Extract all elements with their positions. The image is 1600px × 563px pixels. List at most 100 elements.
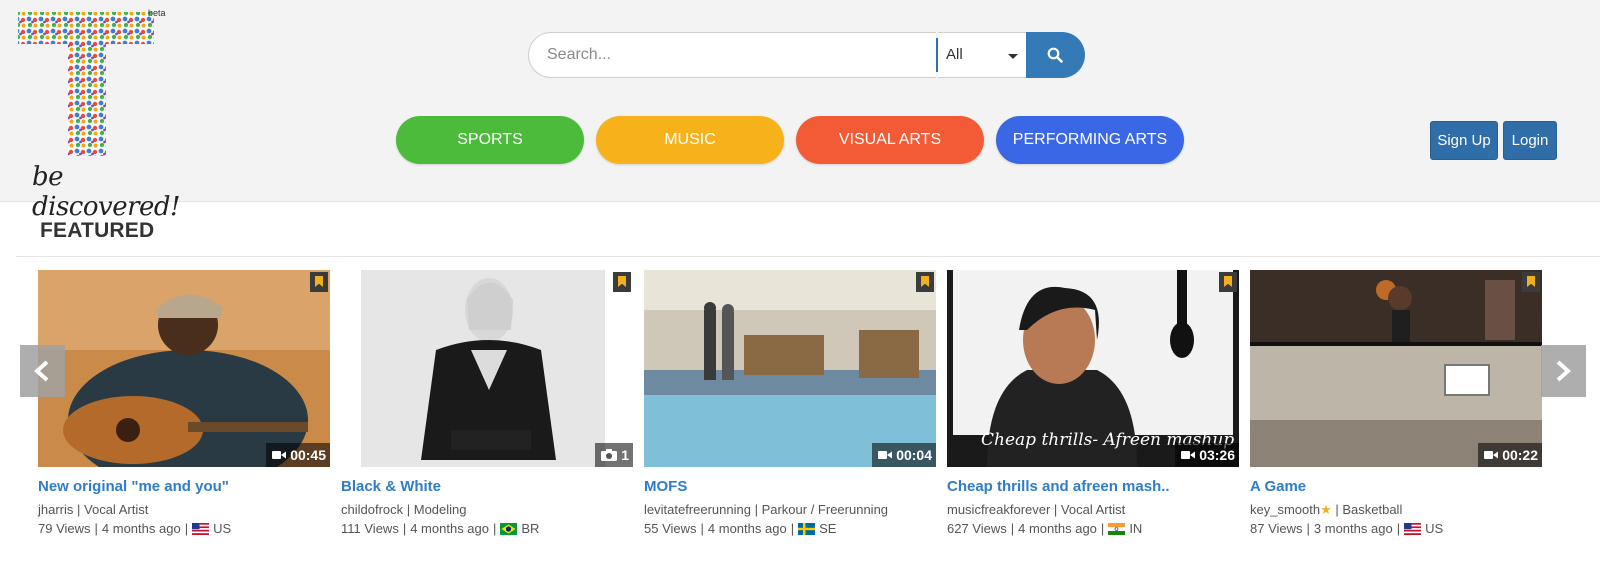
bookmark-icon[interactable] <box>613 272 631 292</box>
card-views: 87 Views <box>1250 521 1303 536</box>
thumbnail-image <box>644 270 936 467</box>
card-stats: 55 Views | 4 months ago | SE <box>644 521 837 536</box>
thumbnail-image <box>341 270 633 467</box>
card-thumbnail[interactable]: 00:22 <box>1250 270 1542 467</box>
card-user-link[interactable]: musicfreakforever <box>947 502 1050 517</box>
card-stats: 627 Views | 4 months ago | IN <box>947 521 1143 536</box>
search-box <box>528 32 936 78</box>
duration-badge: 03:26 <box>1175 443 1239 467</box>
logo-mark <box>18 12 154 156</box>
card-title-link[interactable]: Black & White <box>341 478 441 495</box>
card-author-category: childofrock | Modeling <box>341 502 467 517</box>
search-filter-select[interactable]: All <box>938 32 1026 78</box>
carousel-next-button[interactable] <box>1541 345 1586 397</box>
search-bar: All <box>528 32 1085 78</box>
sign-up-button[interactable]: Sign Up <box>1430 121 1498 160</box>
card-category[interactable]: Vocal Artist <box>84 502 148 517</box>
carousel-prev-button[interactable] <box>20 345 65 397</box>
star-icon: ★ <box>1320 502 1332 517</box>
search-input[interactable] <box>547 33 927 77</box>
duration-badge: 00:04 <box>872 443 936 467</box>
category-performing-arts-button[interactable]: PERFORMING ARTS <box>996 116 1184 164</box>
video-camera-icon <box>272 451 287 459</box>
card-thumbnail[interactable]: 1 <box>341 270 633 467</box>
bookmark-icon[interactable] <box>916 272 934 292</box>
site-header: beta be discovered! All SPORTS MUSIC VIS… <box>0 0 1600 222</box>
card-user-link[interactable]: childofrock <box>341 502 403 517</box>
bookmark-icon[interactable] <box>1219 272 1237 292</box>
card-category[interactable]: Basketball <box>1342 502 1402 517</box>
card-age: 4 months ago <box>101 521 181 536</box>
card-stats: 111 Views | 4 months ago | BR <box>341 521 540 536</box>
card-category[interactable]: Vocal Artist <box>1061 502 1125 517</box>
bookmark-icon[interactable] <box>310 272 328 292</box>
card-age: 4 months ago <box>410 521 489 536</box>
card-user-link[interactable]: levitatefreerunning <box>644 502 751 517</box>
card-thumbnail[interactable]: 00:45 <box>38 270 330 467</box>
beta-badge: beta <box>148 8 166 18</box>
card-author-category: musicfreakforever | Vocal Artist <box>947 502 1126 517</box>
card-stats: 79 Views | 4 months ago | US <box>38 521 232 536</box>
logo-tagline: be discovered! <box>32 162 181 222</box>
card-author-category: key_smooth★ | Basketball <box>1250 502 1403 517</box>
card-country: US <box>213 521 232 536</box>
featured-heading: FEATURED <box>40 219 155 242</box>
card-author-category: levitatefreerunning | Parkour / Freerunn… <box>644 502 889 517</box>
in-flag-icon <box>1108 522 1126 535</box>
caret-down-icon <box>1008 54 1018 59</box>
duration-badge: 00:45 <box>266 443 330 467</box>
card-user-link[interactable]: key_smooth <box>1250 502 1320 517</box>
card-views: 79 Views <box>38 521 91 536</box>
category-visual-arts-button[interactable]: VISUAL ARTS <box>796 116 984 164</box>
card-thumbnail[interactable]: 00:04 <box>644 270 936 467</box>
duration-text: 00:04 <box>896 447 932 463</box>
site-logo[interactable]: beta be discovered! <box>14 4 181 222</box>
chevron-left-icon <box>34 360 49 382</box>
card-category[interactable]: Parkour / Freerunning <box>762 502 888 517</box>
thumbnail-image: Cheap thrills- Afreen mashup <box>947 270 1239 467</box>
card-stats: 87 Views | 3 months ago | US <box>1250 521 1444 536</box>
card-title-link[interactable]: MOFS <box>644 478 687 495</box>
thumbnail-image <box>1250 270 1542 467</box>
card-country: IN <box>1129 521 1143 536</box>
duration-text: 00:22 <box>1502 447 1538 463</box>
se-flag-icon <box>798 522 816 535</box>
card-age: 4 months ago <box>1018 521 1097 536</box>
category-music-button[interactable]: MUSIC <box>596 116 784 164</box>
duration-text: 03:26 <box>1199 447 1235 463</box>
card-thumbnail[interactable]: Cheap thrills- Afreen mashup 03:26 <box>947 270 1239 467</box>
card-views: 627 Views <box>947 521 1007 536</box>
search-icon <box>1047 47 1063 63</box>
video-camera-icon <box>1484 451 1499 459</box>
search-button[interactable] <box>1026 32 1085 78</box>
card-title-link[interactable]: New original "me and you" <box>38 478 229 495</box>
card-country: US <box>1425 521 1444 536</box>
photo-count-badge: 1 <box>595 443 633 467</box>
card-author-category: jharris | Vocal Artist <box>38 502 149 517</box>
thumbnail-image <box>38 270 330 467</box>
camera-icon <box>601 449 618 461</box>
card-views: 111 Views <box>341 521 399 536</box>
card-user-link[interactable]: jharris <box>38 502 73 517</box>
category-sports-button[interactable]: SPORTS <box>396 116 584 164</box>
bookmark-icon[interactable] <box>1522 272 1540 292</box>
card-country: SE <box>819 521 837 536</box>
card-title-link[interactable]: A Game <box>1250 478 1306 495</box>
us-flag-icon <box>192 522 210 535</box>
card-age: 4 months ago <box>707 521 787 536</box>
chevron-right-icon <box>1556 360 1571 382</box>
card-country: BR <box>521 521 540 536</box>
card-views: 55 Views <box>644 521 697 536</box>
us-flag-icon <box>1404 522 1422 535</box>
video-camera-icon <box>1181 451 1196 459</box>
login-button[interactable]: Login <box>1503 121 1557 160</box>
duration-badge: 00:22 <box>1478 443 1542 467</box>
card-title-link[interactable]: Cheap thrills and afreen mash.. <box>947 478 1170 495</box>
photo-count-text: 1 <box>621 447 629 463</box>
search-filter-value: All <box>946 46 963 63</box>
card-category[interactable]: Modeling <box>414 502 467 517</box>
br-flag-icon <box>500 522 518 535</box>
divider <box>16 256 1600 257</box>
video-camera-icon <box>878 451 893 459</box>
duration-text: 00:45 <box>290 447 326 463</box>
